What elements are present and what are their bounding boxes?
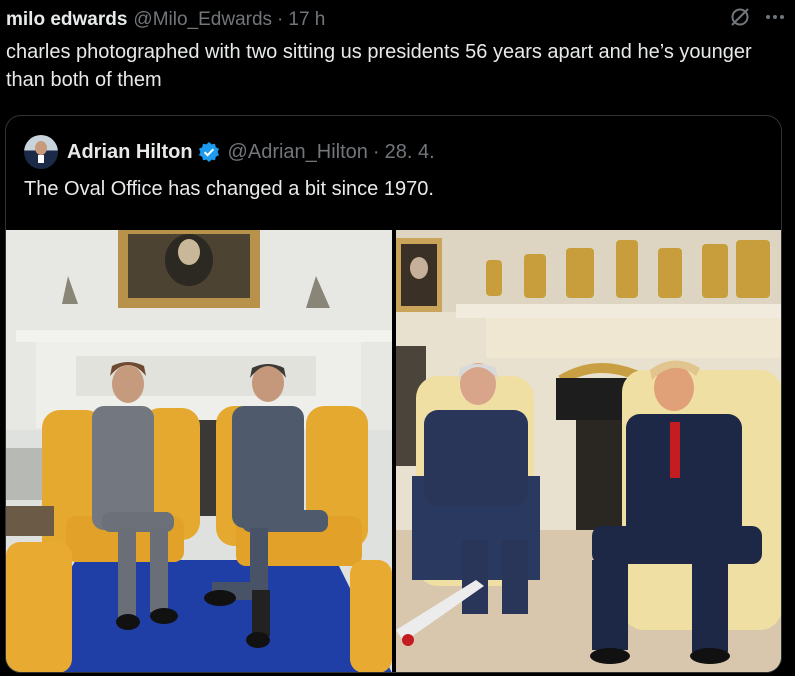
author-name[interactable]: milo edwards xyxy=(6,9,127,31)
quoted-tweet-header: Adrian Hilton @Adrian_Hilton · 28. 4. xyxy=(24,134,435,170)
avatar[interactable] xyxy=(24,135,58,169)
tweet-actions xyxy=(729,6,785,28)
quoted-author-handle[interactable]: @Adrian_Hilton xyxy=(228,141,368,164)
tweet-text: charles photographed with two sitting us… xyxy=(6,41,752,91)
quoted-tweet[interactable]: Adrian Hilton @Adrian_Hilton · 28. 4. Th… xyxy=(5,115,782,673)
more-icon[interactable] xyxy=(765,7,785,27)
separator-dot: · xyxy=(372,140,380,163)
media-grid xyxy=(6,230,781,672)
photo-2025-oval-office[interactable] xyxy=(396,230,781,672)
grok-icon[interactable] xyxy=(729,6,751,28)
tweet-header: milo edwards @Milo_Edwards · 17 h xyxy=(6,6,325,34)
quoted-author-name[interactable]: Adrian Hilton xyxy=(67,141,193,164)
verified-badge-icon xyxy=(198,141,220,163)
separator-dot: · xyxy=(277,9,284,30)
tweet-timestamp[interactable]: 17 h xyxy=(288,9,325,31)
photo-1970-oval-office[interactable] xyxy=(6,230,392,672)
quoted-tweet-date[interactable]: 28. 4. xyxy=(385,141,435,164)
quoted-tweet-text: The Oval Office has changed a bit since … xyxy=(24,178,434,200)
author-handle[interactable]: @Milo_Edwards xyxy=(133,9,272,31)
tweet[interactable]: milo edwards @Milo_Edwards · 17 h charle… xyxy=(0,0,795,676)
